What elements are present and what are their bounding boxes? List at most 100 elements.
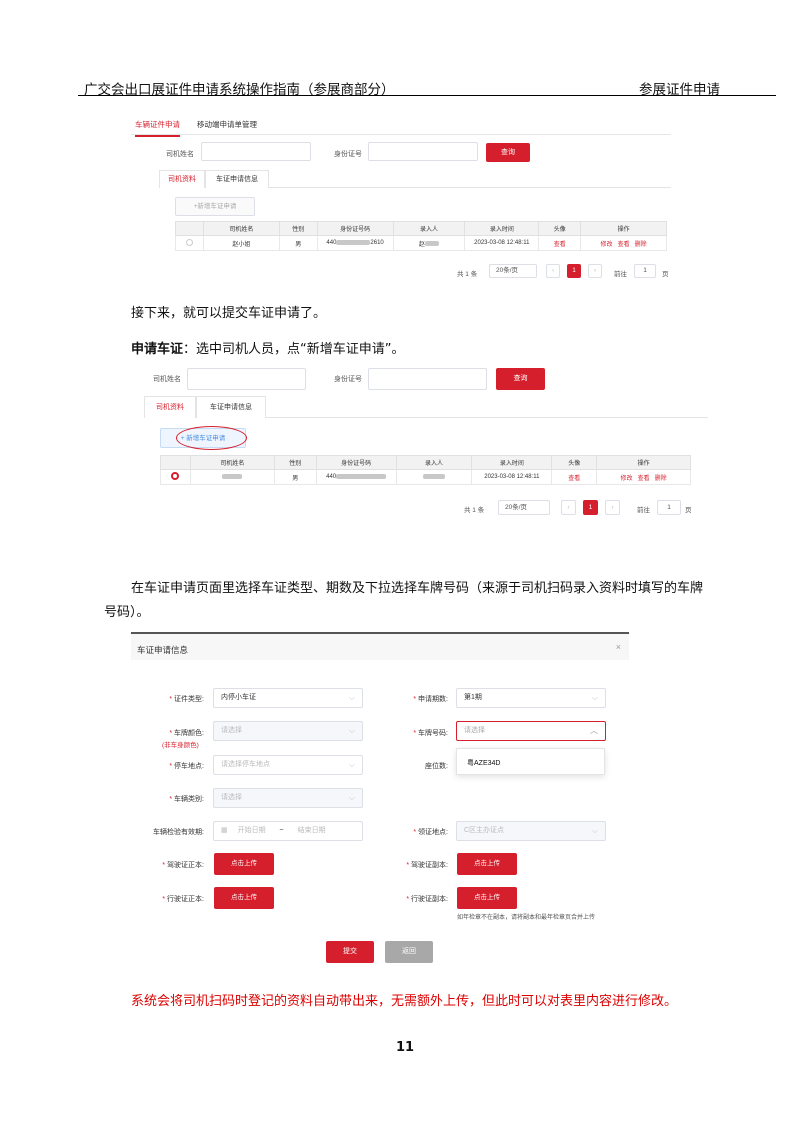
col-entered-by: 录入人 — [392, 221, 466, 236]
subtab-driver-info[interactable]: 司机资料 — [144, 396, 196, 418]
reg-back-upload-button[interactable]: 点击上传 — [457, 887, 517, 909]
page-size-select[interactable]: 20条/页 — [489, 264, 537, 278]
table-header: 司机姓名 性别 身份证号码 录入人 录入时间 头像 操作 — [160, 455, 691, 470]
seats-label: 座位数: — [425, 763, 448, 770]
cell-time: 2023-03-08 12:48:11 — [471, 469, 553, 485]
view-avatar-link[interactable]: 查看 — [551, 469, 598, 485]
delete-link[interactable]: 删除 — [635, 242, 647, 248]
id-input[interactable] — [368, 142, 478, 161]
pickup-select[interactable]: C区主办证点 ⌵ — [456, 821, 606, 841]
cert-type-select[interactable]: 内停小车证 ⌵ — [213, 688, 363, 708]
goto-input[interactable]: 1 — [634, 264, 656, 278]
plate-no-select[interactable]: 请选择 ︿ — [456, 721, 606, 741]
sub-tabs: 司机资料 车证申请信息 — [159, 170, 671, 188]
col-avatar: 头像 — [551, 455, 598, 470]
col-id: 身份证号码 — [315, 455, 397, 470]
tab-vehicle-cert[interactable]: 车辆证件申请 — [135, 119, 180, 137]
reg-front-label: * 行驶证正本: — [162, 896, 204, 903]
new-cert-button[interactable]: +新增车证申请 — [175, 197, 255, 216]
chevron-right-icon: › — [611, 504, 614, 511]
prev-page-button[interactable]: ‹ — [561, 500, 576, 515]
row-radio-selected[interactable] — [160, 469, 191, 485]
page-unit: 页 — [685, 507, 692, 514]
next-page-button[interactable]: › — [605, 500, 620, 515]
paragraph-apply: 申请车证：选中司机人员，点“新增车证申请”。 — [131, 338, 405, 357]
col-time: 录入时间 — [464, 221, 540, 236]
parking-value: 请选择停车地点 — [221, 761, 270, 768]
back-button[interactable]: 返回 — [385, 941, 433, 963]
view-avatar-link[interactable]: 查看 — [538, 235, 582, 251]
page-1-button[interactable]: 1 — [583, 500, 598, 515]
paragraph-auto-fill: 系统会将司机扫码时登记的资料自动带出来，无需额外上传，但此时可以对表里内容进行修… — [131, 994, 678, 1009]
period-select[interactable]: 第1期 ⌵ — [456, 688, 606, 708]
chevron-down-icon: ⌵ — [591, 693, 598, 702]
date-tilde: ~ — [279, 827, 284, 834]
edit-link[interactable]: 修改 — [601, 242, 613, 248]
license-front-upload-button[interactable]: 点击上传 — [214, 853, 274, 875]
id-input[interactable] — [368, 368, 487, 390]
header-rule — [78, 95, 776, 96]
close-icon[interactable]: × — [616, 642, 621, 652]
query-button[interactable]: 查询 — [496, 368, 545, 390]
period-label-text: 申请期数: — [418, 696, 448, 703]
goto-input[interactable]: 1 — [657, 500, 681, 515]
driver-table: 司机姓名 性别 身份证号码 录入人 录入时间 头像 操作 赵小姐 男 440 26… — [175, 221, 667, 251]
driver-name-input[interactable] — [201, 142, 311, 161]
vehicle-type-select[interactable]: 请选择 ⌵ — [213, 788, 363, 808]
table-row[interactable]: 赵小姐 男 440 2610 赵 2023-03-08 12:48:11 查看 修… — [175, 235, 667, 251]
inspection-label: 车辆检验有效期: — [153, 829, 204, 836]
pagination: 共 1 条 20条/页 ‹ 1 › 前往 1 页 — [463, 500, 693, 516]
row-radio[interactable] — [175, 235, 204, 251]
reg-front-upload-button[interactable]: 点击上传 — [214, 887, 274, 909]
query-button[interactable]: 查询 — [486, 143, 530, 162]
goto-value: 1 — [667, 504, 671, 511]
prev-page-button[interactable]: ‹ — [546, 264, 560, 278]
page-size-select[interactable]: 20条/页 — [498, 500, 550, 515]
col-gender: 性别 — [278, 221, 318, 236]
submit-button[interactable]: 提交 — [326, 941, 374, 963]
delete-link[interactable]: 删除 — [655, 476, 667, 482]
reg-back-label-text: 行驶证副本: — [411, 896, 448, 903]
col-id: 身份证号码 — [316, 221, 394, 236]
period-label: * 申请期数: — [413, 696, 448, 703]
plate-no-value: 请选择 — [464, 727, 485, 734]
tab-mobile-apps[interactable]: 移动端申请单管理 — [197, 119, 257, 130]
parking-label-text: 停车地点: — [174, 763, 204, 770]
pickup-label-text: 领证地点: — [418, 829, 448, 836]
chevron-down-icon: ⌵ — [591, 826, 598, 835]
inspection-date-range[interactable]: ▦ 开始日期 ~ 结束日期 — [213, 821, 363, 841]
end-date[interactable]: 结束日期 — [298, 827, 326, 834]
subtab-cert-info[interactable]: 车证申请信息 — [205, 170, 269, 188]
redacted-name — [222, 473, 243, 479]
id-label: 身份证号 — [334, 376, 362, 383]
driver-name-input[interactable] — [187, 368, 306, 390]
apply-text: ：选中司机人员，点“新增车证申请”。 — [183, 342, 405, 357]
screenshot-driver-list: 车辆证件申请 移动端申请单管理 司机姓名 身份证号 查询 司机资料 车证申请信息… — [131, 117, 671, 282]
view-link[interactable]: 查看 — [638, 476, 650, 482]
page-size-value: 20条/页 — [496, 267, 519, 274]
license-back-label-text: 驾驶证副本: — [411, 862, 448, 869]
subtab-driver-info[interactable]: 司机资料 — [159, 170, 205, 188]
edit-link[interactable]: 修改 — [621, 476, 633, 482]
chevron-down-icon: ⌵ — [348, 726, 355, 735]
chevron-left-icon: ‹ — [567, 504, 570, 511]
view-link[interactable]: 查看 — [618, 242, 630, 248]
chevron-right-icon: › — [593, 267, 597, 274]
license-back-upload-button[interactable]: 点击上传 — [457, 853, 517, 875]
col-select — [175, 221, 204, 236]
chevron-left-icon: ‹ — [551, 267, 555, 274]
next-page-button[interactable]: › — [588, 264, 602, 278]
dialog-header: 车证申请信息 × — [131, 632, 629, 660]
goto-label: 前往 — [637, 507, 650, 514]
page-1-button[interactable]: 1 — [567, 264, 581, 278]
plate-color-select[interactable]: 请选择 ⌵ — [213, 721, 363, 741]
table-row[interactable]: 男 440 2023-03-08 12:48:11 查看 修改 查看 删除 — [160, 469, 691, 485]
redacted-id — [336, 239, 371, 245]
plate-option[interactable]: 粤AZE34D — [467, 760, 500, 767]
start-date[interactable]: 开始日期 — [238, 827, 266, 834]
plate-color-label-text: 车牌颜色: — [174, 730, 204, 737]
col-actions: 操作 — [580, 221, 667, 236]
subtab-cert-info[interactable]: 车证申请信息 — [196, 396, 266, 418]
parking-select[interactable]: 请选择停车地点 ⌵ — [213, 755, 363, 775]
cell-time: 2023-03-08 12:48:11 — [464, 235, 540, 251]
